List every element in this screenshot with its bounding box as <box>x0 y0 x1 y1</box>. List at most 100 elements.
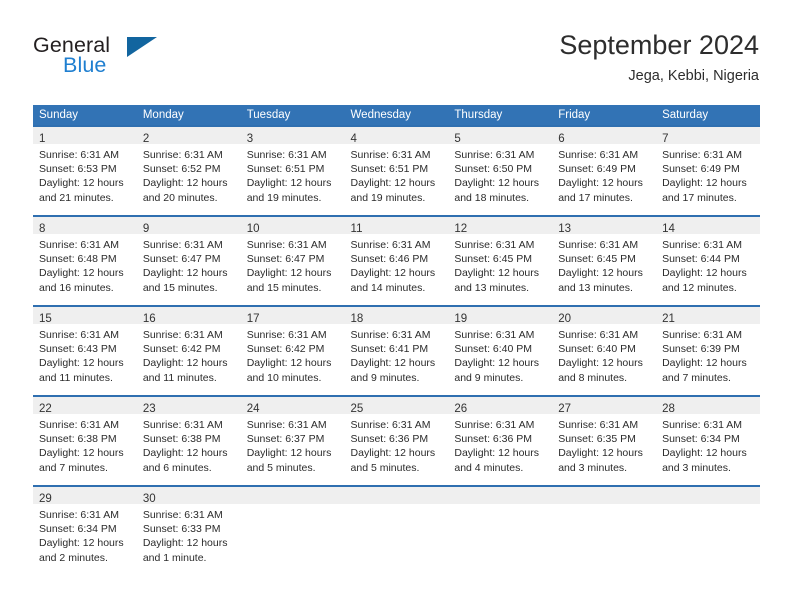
day-cell[interactable]: 27 Sunrise: 6:31 AM Sunset: 6:35 PM Dayligh… <box>552 395 657 486</box>
day-cell[interactable]: 10 Sunrise: 6:31 AM Sunset: 6:47 PM Dayligh… <box>240 215 345 306</box>
day-number-band: 21 <box>656 307 760 325</box>
week-row: 22 Sunrise: 6:31 AM Sunset: 6:38 PM Dayligh… <box>33 395 760 486</box>
day-cell[interactable]: 12 Sunrise: 6:31 AM Sunset: 6:45 PM Dayligh… <box>448 215 553 306</box>
sunset-text: Sunset: 6:41 PM <box>350 343 429 356</box>
day-cell[interactable]: 21 Sunrise: 6:31 AM Sunset: 6:39 PM Dayligh… <box>656 305 760 396</box>
daylight-text-line2: and 4 minutes. <box>454 461 524 474</box>
day-details: Sunrise: 6:31 AM Sunset: 6:49 PM Daylight:… <box>552 144 657 205</box>
day-cell-inner: 15 Sunrise: 6:31 AM Sunset: 6:43 PM Dayligh… <box>33 307 137 395</box>
sunset-text: Sunset: 6:46 PM <box>350 253 429 266</box>
day-number: 10 <box>246 223 260 235</box>
daylight-text-line2: and 14 minutes. <box>350 281 426 294</box>
daylight-text-line1: Daylight: 12 hours <box>246 177 332 190</box>
day-number-band: 8 <box>33 217 137 235</box>
day-number-band: 19 <box>448 307 553 325</box>
daylight-text-line2: and 7 minutes. <box>39 461 108 474</box>
day-cell[interactable]: 25 Sunrise: 6:31 AM Sunset: 6:36 PM Dayligh… <box>344 395 449 486</box>
sunrise-text: Sunrise: 6:31 AM <box>39 239 119 251</box>
day-details: Sunrise: 6:31 AM Sunset: 6:40 PM Daylight:… <box>552 324 657 385</box>
day-cell-inner: 22 Sunrise: 6:31 AM Sunset: 6:38 PM Dayligh… <box>33 397 137 485</box>
sunrise-text: Sunrise: 6:31 AM <box>662 329 743 341</box>
sunrise-text: Sunrise: 6:31 AM <box>142 149 223 161</box>
day-number-band: 27 <box>552 397 657 415</box>
day-cell[interactable]: 28 Sunrise: 6:31 AM Sunset: 6:34 PM Dayligh… <box>656 395 760 486</box>
day-number: 30 <box>142 493 156 505</box>
day-cell[interactable]: 20 Sunrise: 6:31 AM Sunset: 6:40 PM Dayligh… <box>552 305 657 396</box>
day-cell[interactable]: 29 Sunrise: 6:31 AM Sunset: 6:34 PM Dayligh… <box>33 485 137 575</box>
day-cell[interactable]: 16 Sunrise: 6:31 AM Sunset: 6:42 PM Dayligh… <box>136 305 241 396</box>
weekday-header-tuesday: Tuesday <box>240 105 345 126</box>
page-title: September 2024 <box>559 30 759 60</box>
day-details: Sunrise: 6:31 AM Sunset: 6:38 PM Daylight:… <box>136 414 241 475</box>
sunset-text: Sunset: 6:42 PM <box>142 343 221 356</box>
day-cell[interactable]: 15 Sunrise: 6:31 AM Sunset: 6:43 PM Dayligh… <box>33 305 137 396</box>
daylight-text-line2: and 3 minutes. <box>558 461 628 474</box>
daylight-text-line2: and 15 minutes. <box>246 281 322 294</box>
weekday-header-wednesday: Wednesday <box>344 105 449 126</box>
day-details: Sunrise: 6:31 AM Sunset: 6:45 PM Daylight:… <box>552 234 657 295</box>
daylight-text-line1: Daylight: 12 hours <box>39 267 124 280</box>
daylight-text-line1: Daylight: 12 hours <box>454 357 540 370</box>
day-cell[interactable]: 7 Sunrise: 6:31 AM Sunset: 6:49 PM Daylight… <box>656 125 760 216</box>
day-number-band: 18 <box>344 307 449 325</box>
day-number-band: 5 <box>448 127 553 145</box>
day-number-band: 1 <box>33 127 137 145</box>
day-cell[interactable]: 11 Sunrise: 6:31 AM Sunset: 6:46 PM Dayligh… <box>344 215 449 306</box>
day-cell-inner: 3 Sunrise: 6:31 AM Sunset: 6:51 PM Daylight… <box>240 127 345 215</box>
sunset-text: Sunset: 6:37 PM <box>246 433 325 446</box>
sunrise-text: Sunrise: 6:31 AM <box>454 419 535 431</box>
sunrise-text: Sunrise: 6:31 AM <box>558 239 639 251</box>
sunset-text: Sunset: 6:44 PM <box>662 253 740 266</box>
sunrise-text: Sunrise: 6:31 AM <box>142 329 223 341</box>
daylight-text-line2: and 16 minutes. <box>39 281 114 294</box>
sunrise-text: Sunrise: 6:31 AM <box>246 239 327 251</box>
day-details: Sunrise: 6:31 AM Sunset: 6:35 PM Daylight:… <box>552 414 657 475</box>
day-cell[interactable]: 22 Sunrise: 6:31 AM Sunset: 6:38 PM Dayligh… <box>33 395 137 486</box>
day-cell[interactable]: 1 Sunrise: 6:31 AM Sunset: 6:53 PM Daylight… <box>33 125 137 216</box>
day-details: Sunrise: 6:31 AM Sunset: 6:38 PM Daylight:… <box>33 414 137 475</box>
day-number: 3 <box>246 133 254 145</box>
day-cell[interactable]: 8 Sunrise: 6:31 AM Sunset: 6:48 PM Daylight… <box>33 215 137 306</box>
calendar-body: 1 Sunrise: 6:31 AM Sunset: 6:53 PM Daylight… <box>33 125 760 575</box>
daylight-text-line1: Daylight: 12 hours <box>246 447 332 460</box>
day-cell[interactable]: 17 Sunrise: 6:31 AM Sunset: 6:42 PM Dayligh… <box>240 305 345 396</box>
day-cell-inner: 14 Sunrise: 6:31 AM Sunset: 6:44 PM Dayligh… <box>656 217 760 305</box>
day-cell[interactable]: 18 Sunrise: 6:31 AM Sunset: 6:41 PM Dayligh… <box>344 305 449 396</box>
sunrise-text: Sunrise: 6:31 AM <box>454 329 535 341</box>
day-cell-empty <box>552 485 657 575</box>
day-cell[interactable]: 4 Sunrise: 6:31 AM Sunset: 6:51 PM Daylight… <box>344 125 449 216</box>
day-cell[interactable]: 3 Sunrise: 6:31 AM Sunset: 6:51 PM Daylight… <box>240 125 345 216</box>
day-cell[interactable]: 13 Sunrise: 6:31 AM Sunset: 6:45 PM Dayligh… <box>552 215 657 306</box>
daylight-text-line2: and 19 minutes. <box>350 191 426 204</box>
day-details: Sunrise: 6:31 AM Sunset: 6:48 PM Daylight:… <box>33 234 137 295</box>
day-cell-empty <box>344 485 449 575</box>
day-cell[interactable]: 26 Sunrise: 6:31 AM Sunset: 6:36 PM Dayligh… <box>448 395 553 486</box>
day-cell[interactable]: 2 Sunrise: 6:31 AM Sunset: 6:52 PM Daylight… <box>136 125 241 216</box>
week-row: 1 Sunrise: 6:31 AM Sunset: 6:53 PM Daylight… <box>33 125 760 216</box>
day-cell-inner: 5 Sunrise: 6:31 AM Sunset: 6:50 PM Daylight… <box>448 127 553 215</box>
day-number-band: 25 <box>344 397 449 415</box>
day-cell-inner: 27 Sunrise: 6:31 AM Sunset: 6:35 PM Dayligh… <box>552 397 657 485</box>
daylight-text-line2: and 8 minutes. <box>558 371 628 384</box>
day-cell[interactable]: 24 Sunrise: 6:31 AM Sunset: 6:37 PM Dayligh… <box>240 395 345 486</box>
day-cell[interactable]: 14 Sunrise: 6:31 AM Sunset: 6:44 PM Dayligh… <box>656 215 760 306</box>
day-cell[interactable]: 30 Sunrise: 6:31 AM Sunset: 6:33 PM Dayligh… <box>136 485 241 575</box>
day-number-band: 22 <box>33 397 137 415</box>
day-cell[interactable]: 5 Sunrise: 6:31 AM Sunset: 6:50 PM Daylight… <box>448 125 553 216</box>
daylight-text-line1: Daylight: 12 hours <box>39 447 124 460</box>
day-cell[interactable]: 9 Sunrise: 6:31 AM Sunset: 6:47 PM Daylight… <box>136 215 241 306</box>
weekday-header-saturday: Saturday <box>656 105 760 126</box>
day-cell[interactable]: 6 Sunrise: 6:31 AM Sunset: 6:49 PM Daylight… <box>552 125 657 216</box>
day-cell[interactable]: 19 Sunrise: 6:31 AM Sunset: 6:40 PM Dayligh… <box>448 305 553 396</box>
sunset-text: Sunset: 6:40 PM <box>454 343 533 356</box>
generalblue-logo[interactable]: General Blue <box>33 33 233 81</box>
sunset-text: Sunset: 6:48 PM <box>39 253 117 266</box>
day-cell[interactable]: 23 Sunrise: 6:31 AM Sunset: 6:38 PM Dayligh… <box>136 395 241 486</box>
sunrise-text: Sunrise: 6:31 AM <box>662 419 743 431</box>
sunrise-text: Sunrise: 6:31 AM <box>246 329 327 341</box>
day-cell-inner <box>448 487 553 575</box>
sunset-text: Sunset: 6:36 PM <box>350 433 429 446</box>
daylight-text-line1: Daylight: 12 hours <box>39 537 124 550</box>
day-details: Sunrise: 6:31 AM Sunset: 6:34 PM Daylight:… <box>33 504 137 565</box>
day-number-band: 3 <box>240 127 345 145</box>
